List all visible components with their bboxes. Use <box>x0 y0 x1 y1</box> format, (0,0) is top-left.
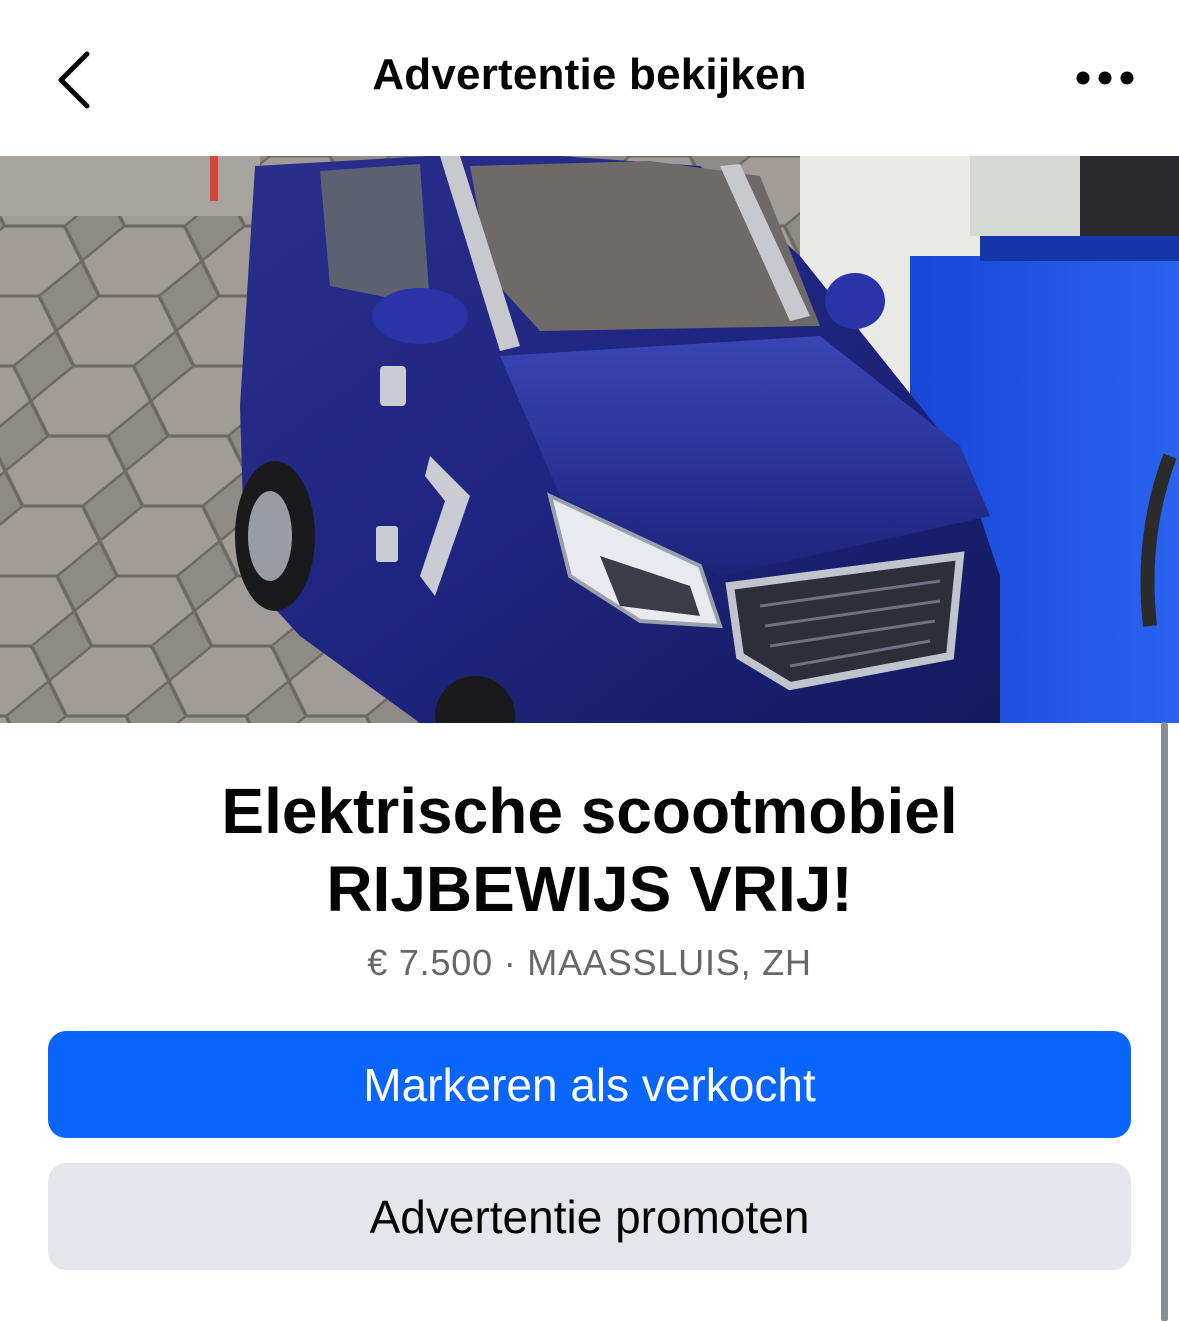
listing-page: Advertentie bekijken Elektrische scootmo… <box>0 0 1179 1321</box>
listing-photo[interactable] <box>0 156 1179 723</box>
scrollbar[interactable] <box>1161 722 1168 1321</box>
mark-as-sold-button[interactable]: Markeren als verkocht <box>48 1031 1131 1138</box>
promote-listing-button[interactable]: Advertentie promoten <box>48 1163 1131 1270</box>
more-horizontal-icon <box>1076 71 1134 85</box>
top-bar: Advertentie bekijken <box>0 0 1179 156</box>
page-title: Advertentie bekijken <box>372 50 807 99</box>
listing-title: Elektrische scootmobiel RIJBEWIJS VRIJ! <box>221 775 958 925</box>
more-options-button[interactable] <box>1060 48 1150 108</box>
car-photo-illustration <box>0 156 1179 723</box>
listing-price-location: € 7.500 · MAASSLUIS, ZH <box>367 942 812 983</box>
